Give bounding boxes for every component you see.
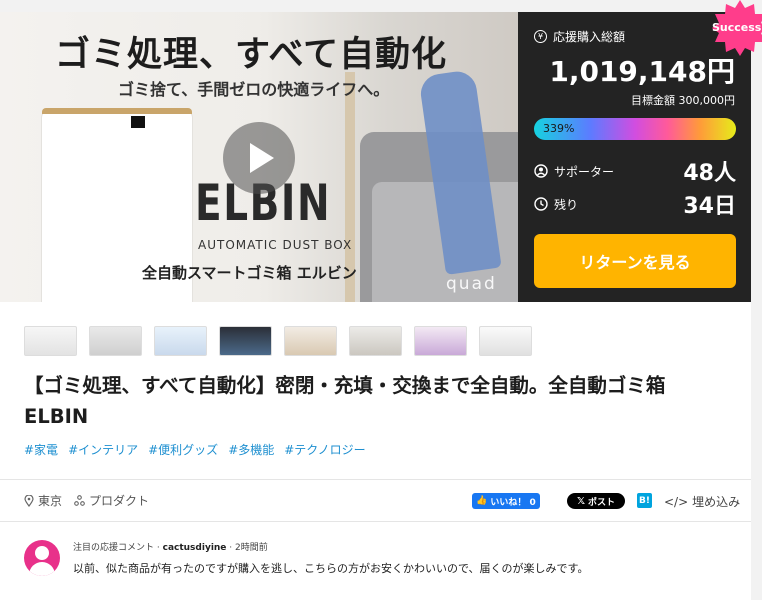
progress-bar: 339% — [534, 118, 736, 140]
tag-item[interactable]: #多機能 — [228, 441, 274, 458]
thumbnail-3[interactable] — [154, 326, 207, 356]
x-post-button[interactable]: 𝕏 ポスト — [567, 493, 625, 509]
remaining-days: 34日 — [683, 194, 736, 219]
embed-button[interactable]: </> 埋め込み — [664, 493, 740, 510]
thumbnail-6[interactable] — [349, 326, 402, 356]
embed-label: 埋め込み — [692, 495, 741, 509]
hero-maker-logo: quad — [446, 274, 497, 294]
amount-label-row: ¥ 応援購入総額 — [534, 28, 625, 45]
category-label: プロダクト — [89, 494, 150, 508]
hero-dust-box-lid — [42, 108, 192, 114]
hero-brand-sub: AUTOMATIC DUST BOX — [198, 238, 353, 252]
divider — [0, 479, 751, 480]
tag-item[interactable]: #インテリア — [68, 441, 138, 458]
thumbnail-8[interactable] — [479, 326, 532, 356]
comment-time: 2時間前 — [235, 543, 268, 553]
thumbnail-7[interactable] — [414, 326, 467, 356]
hero-subtitle: ゴミ捨て、手間ゼロの快適ライフへ。 — [118, 80, 390, 99]
location-pin-icon — [24, 494, 34, 507]
progress-percent: 339% — [543, 122, 575, 135]
divider — [0, 521, 751, 522]
thumbnail-1[interactable] — [24, 326, 77, 356]
supporters-row: サポーター 48人 — [534, 155, 736, 187]
x-logo-icon: 𝕏 — [576, 495, 586, 507]
facebook-like-button[interactable]: 👍 いいね！ 0 — [472, 493, 540, 509]
yen-icon: ¥ — [534, 30, 547, 43]
post-label: ポスト — [588, 497, 616, 508]
success-badge: Success! — [712, 0, 762, 56]
tag-item[interactable]: #便利グッズ — [148, 441, 218, 458]
amount-label: 応援購入総額 — [553, 30, 626, 44]
thumbs-up-icon: 👍 — [476, 496, 488, 506]
success-badge-label: Success! — [712, 21, 762, 34]
comment-heading: 注目の応援コメント — [73, 543, 155, 553]
project-card: ゴミ処理、すべて自動化 ゴミ捨て、手間ゼロの快適ライフへ。 ELBIN AUTO… — [0, 12, 751, 600]
tag-list: #家電 #インテリア #便利グッズ #多機能 #テクノロジー — [24, 441, 366, 458]
thumbnail-2[interactable] — [89, 326, 142, 356]
category[interactable]: プロダクト — [74, 492, 149, 509]
comment-user[interactable]: cactusdiyine — [163, 543, 227, 553]
supporters-label-group: サポーター — [534, 163, 614, 180]
funding-goal: 目標金額 300,000円 — [631, 94, 735, 107]
remaining-label-group: 残り — [534, 196, 578, 213]
comment-meta: 注目の応援コメント · cactusdiyine · 2時間前 — [73, 543, 268, 553]
thumbnail-5[interactable] — [284, 326, 337, 356]
view-returns-button[interactable]: リターンを見る — [534, 234, 736, 288]
avatar[interactable] — [24, 540, 60, 576]
hero-video[interactable]: ゴミ処理、すべて自動化 ゴミ捨て、手間ゼロの快適ライフへ。 ELBIN AUTO… — [0, 12, 518, 302]
play-icon[interactable] — [223, 122, 295, 194]
tag-item[interactable]: #家電 — [24, 441, 58, 458]
location-label: 東京 — [38, 494, 63, 508]
hatena-bookmark-button[interactable]: B! — [637, 493, 652, 508]
code-icon: </> — [664, 494, 689, 509]
project-title: 【ゴミ処理、すべて自動化】密閉・充填・交換まで全自動。全自動ゴミ箱 ELBIN — [24, 374, 666, 428]
like-label: いいね！ 0 — [490, 497, 536, 508]
comment-text: 以前、似た商品が有ったのですが購入を逃し、こちらの方がお安くかわいいので、届くの… — [73, 562, 589, 575]
supporters-count: 48人 — [683, 161, 736, 186]
remaining-row: 残り 34日 — [534, 188, 736, 220]
supporters-label: サポーター — [554, 164, 615, 179]
tag-item[interactable]: #テクノロジー — [284, 441, 365, 458]
thumbnail-strip — [24, 326, 532, 356]
hero-caption: 全自動スマートゴミ箱 エルビン — [142, 264, 357, 282]
person-icon — [534, 164, 548, 178]
project-meta: 東京 プロダクト — [24, 492, 149, 509]
clock-icon — [534, 197, 548, 211]
hero-title: ゴミ処理、すべて自動化 — [55, 34, 448, 75]
hero-dust-box-window — [131, 116, 145, 128]
category-icon — [74, 495, 85, 506]
funding-amount: 1,019,148円 — [549, 55, 735, 88]
thumbnail-4[interactable] — [219, 326, 272, 356]
location[interactable]: 東京 — [24, 492, 62, 509]
remaining-label: 残り — [554, 197, 579, 212]
